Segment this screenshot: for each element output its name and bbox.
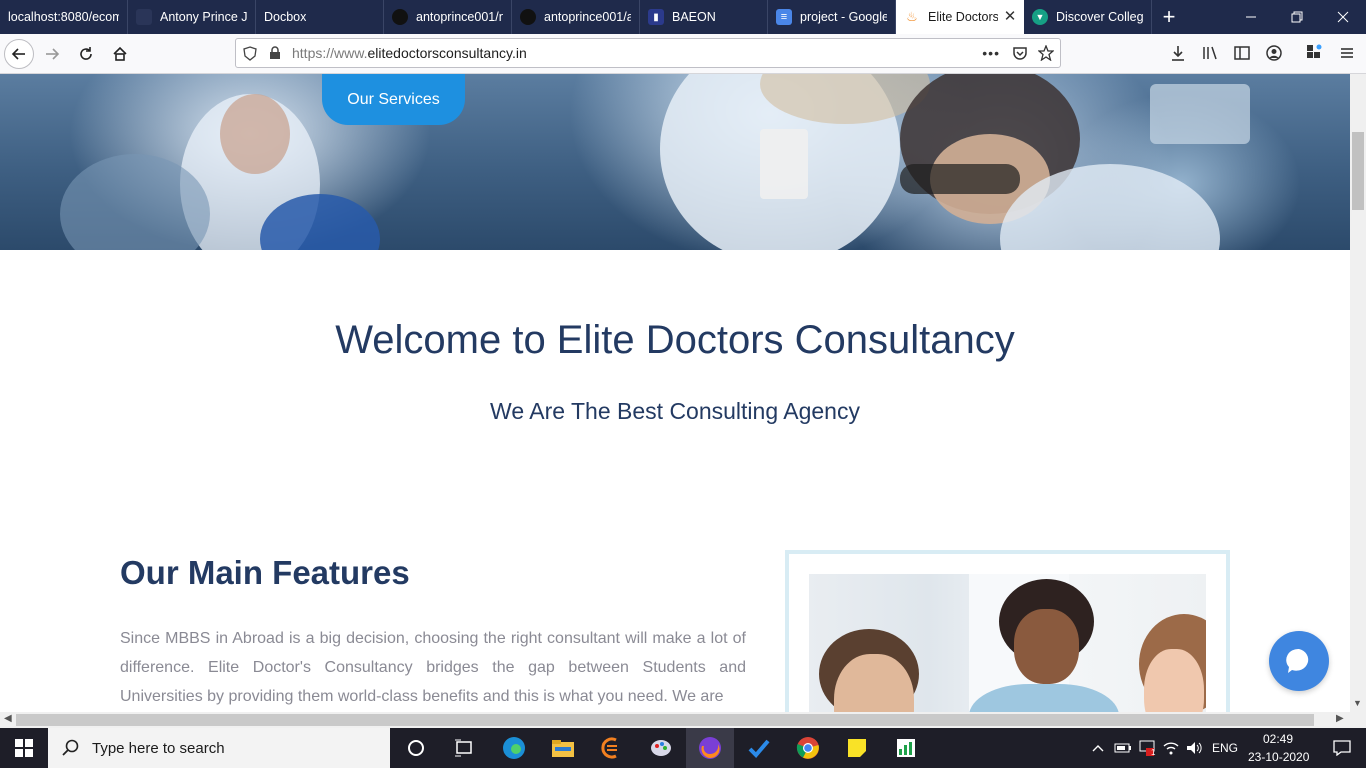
tab-label: project - Google bbox=[800, 10, 887, 24]
page-actions-button[interactable]: ••• bbox=[982, 45, 1000, 61]
url-text[interactable]: https://www.elitedoctorsconsultancy.in bbox=[292, 45, 527, 61]
features-heading: Our Main Features bbox=[120, 554, 410, 591]
tab-discover-college[interactable]: ▼ Discover College bbox=[1024, 0, 1152, 34]
firefox-icon[interactable] bbox=[686, 728, 734, 768]
tab-label: Antony Prince J bbox=[160, 10, 247, 24]
address-bar[interactable]: https://www.elitedoctorsconsultancy.in •… bbox=[235, 38, 1061, 68]
speaker-icon[interactable] bbox=[1181, 728, 1207, 768]
cortana-icon[interactable] bbox=[392, 728, 440, 768]
back-button[interactable] bbox=[4, 38, 34, 69]
menu-icon[interactable] bbox=[1336, 42, 1358, 64]
start-button[interactable] bbox=[0, 728, 48, 768]
tab-label: localhost:8080/ecom bbox=[8, 10, 119, 24]
lock-icon[interactable] bbox=[264, 46, 286, 60]
our-services-button[interactable]: Our Services bbox=[322, 74, 465, 125]
chevron-up-icon[interactable] bbox=[1085, 728, 1111, 768]
tab-docbox[interactable]: Docbox bbox=[256, 0, 384, 34]
arrow-right-icon bbox=[46, 47, 60, 60]
tab-antony-prince[interactable]: Antony Prince J bbox=[128, 0, 256, 34]
paint-icon[interactable] bbox=[637, 728, 685, 768]
browser-toolbar: https://www.elitedoctorsconsultancy.in •… bbox=[0, 34, 1366, 74]
tab-github-2[interactable]: antoprince001/a bbox=[512, 0, 640, 34]
clock-time[interactable]: 02:49 bbox=[1263, 732, 1293, 746]
search-icon bbox=[62, 739, 79, 756]
clock-date[interactable]: 23-10-2020 bbox=[1248, 750, 1309, 764]
extensions-icon[interactable] bbox=[1303, 42, 1325, 64]
tab-google-docs[interactable]: ≡ project - Google bbox=[768, 0, 896, 34]
tab-label: Docbox bbox=[264, 10, 307, 24]
vertical-scrollbar[interactable]: ▼ bbox=[1350, 74, 1366, 712]
reload-button[interactable] bbox=[70, 38, 102, 70]
pocket-icon[interactable] bbox=[1012, 45, 1028, 64]
minimize-icon[interactable] bbox=[1228, 0, 1274, 34]
tab-elite-doctors[interactable]: ♨ Elite Doctors ✕ bbox=[896, 0, 1024, 34]
tab-label: Discover College bbox=[1056, 10, 1143, 24]
tab-github-1[interactable]: antoprince001/n bbox=[384, 0, 512, 34]
file-explorer-icon[interactable] bbox=[539, 728, 587, 768]
home-icon bbox=[113, 46, 127, 61]
scrollbar-corner bbox=[1350, 712, 1366, 728]
scroll-left-arrow-icon[interactable]: ◀ bbox=[4, 713, 12, 724]
tab-label: Elite Doctors bbox=[928, 10, 998, 24]
chrome-icon[interactable] bbox=[784, 728, 832, 768]
baeon-icon: ▮ bbox=[648, 9, 664, 25]
new-tab-button[interactable]: + bbox=[1152, 0, 1186, 34]
chat-widget-button[interactable] bbox=[1269, 631, 1329, 691]
eclipse-icon[interactable] bbox=[588, 728, 636, 768]
home-button[interactable] bbox=[104, 38, 136, 70]
account-icon[interactable] bbox=[1263, 42, 1285, 64]
todo-icon[interactable] bbox=[735, 728, 783, 768]
horizontal-scroll-thumb[interactable] bbox=[16, 714, 1314, 726]
tab-baeon[interactable]: ▮ BAEON bbox=[640, 0, 768, 34]
doctors-photo bbox=[809, 574, 1206, 712]
profile-icon bbox=[136, 9, 152, 25]
horizontal-scrollbar[interactable]: ◀ ▶ bbox=[0, 712, 1350, 728]
hero-banner-image bbox=[0, 74, 1350, 250]
vertical-scroll-thumb[interactable] bbox=[1352, 132, 1364, 210]
tab-localhost[interactable]: localhost:8080/ecom bbox=[0, 0, 128, 34]
chat-bubble-icon bbox=[1286, 648, 1309, 673]
shield-icon[interactable] bbox=[236, 45, 264, 61]
flame-icon: ♨ bbox=[906, 9, 918, 24]
tab-label: antoprince001/a bbox=[544, 10, 631, 24]
taskbar-search-box[interactable]: Type here to search bbox=[48, 728, 390, 768]
action-center-icon[interactable] bbox=[1318, 728, 1366, 768]
restore-icon[interactable] bbox=[1274, 0, 1320, 34]
discover-icon: ▼ bbox=[1032, 9, 1048, 25]
url-domain: elitedoctorsconsultancy.in bbox=[367, 45, 527, 61]
project-app-icon[interactable] bbox=[882, 728, 930, 768]
sidebar-icon[interactable] bbox=[1231, 42, 1253, 64]
reload-icon bbox=[80, 46, 92, 60]
tab-label: BAEON bbox=[672, 10, 716, 24]
language-indicator[interactable]: ENG bbox=[1212, 741, 1238, 755]
scroll-right-arrow-icon[interactable]: ▶ bbox=[1336, 713, 1344, 724]
page-viewport: Our Services Welcome to Elite Doctors Co… bbox=[0, 74, 1350, 712]
arrow-left-icon bbox=[11, 47, 25, 60]
features-photo-frame bbox=[785, 550, 1230, 712]
close-tab-icon[interactable]: ✕ bbox=[1002, 9, 1018, 25]
forward-button[interactable] bbox=[36, 38, 68, 70]
battery-icon[interactable] bbox=[1110, 728, 1136, 768]
welcome-heading: Welcome to Elite Doctors Consultancy bbox=[335, 318, 1015, 362]
features-paragraph: Since MBBS in Abroad is a big decision, … bbox=[120, 630, 746, 705]
task-view-icon[interactable] bbox=[440, 728, 488, 768]
network-badge-icon[interactable]: 1 bbox=[1134, 728, 1160, 768]
windows-logo-icon bbox=[15, 739, 33, 757]
notification-badge: 1 bbox=[1151, 748, 1156, 757]
github-icon bbox=[392, 9, 408, 25]
github-icon bbox=[520, 9, 536, 25]
search-placeholder: Type here to search bbox=[92, 739, 225, 757]
download-icon[interactable] bbox=[1167, 42, 1189, 64]
close-window-icon[interactable] bbox=[1320, 0, 1366, 34]
sticky-notes-icon[interactable] bbox=[833, 728, 881, 768]
edge-icon[interactable] bbox=[490, 728, 538, 768]
google-docs-icon: ≡ bbox=[776, 9, 792, 25]
library-icon[interactable] bbox=[1199, 42, 1221, 64]
scroll-down-arrow-icon[interactable]: ▼ bbox=[1353, 698, 1362, 708]
tab-label: antoprince001/n bbox=[416, 10, 503, 24]
browser-tab-strip: localhost:8080/ecom Antony Prince J Docb… bbox=[0, 0, 1366, 34]
bookmark-star-icon[interactable] bbox=[1037, 44, 1055, 64]
tagline: We Are The Best Consulting Agency bbox=[490, 398, 860, 424]
url-prefix: https://www. bbox=[292, 45, 368, 61]
